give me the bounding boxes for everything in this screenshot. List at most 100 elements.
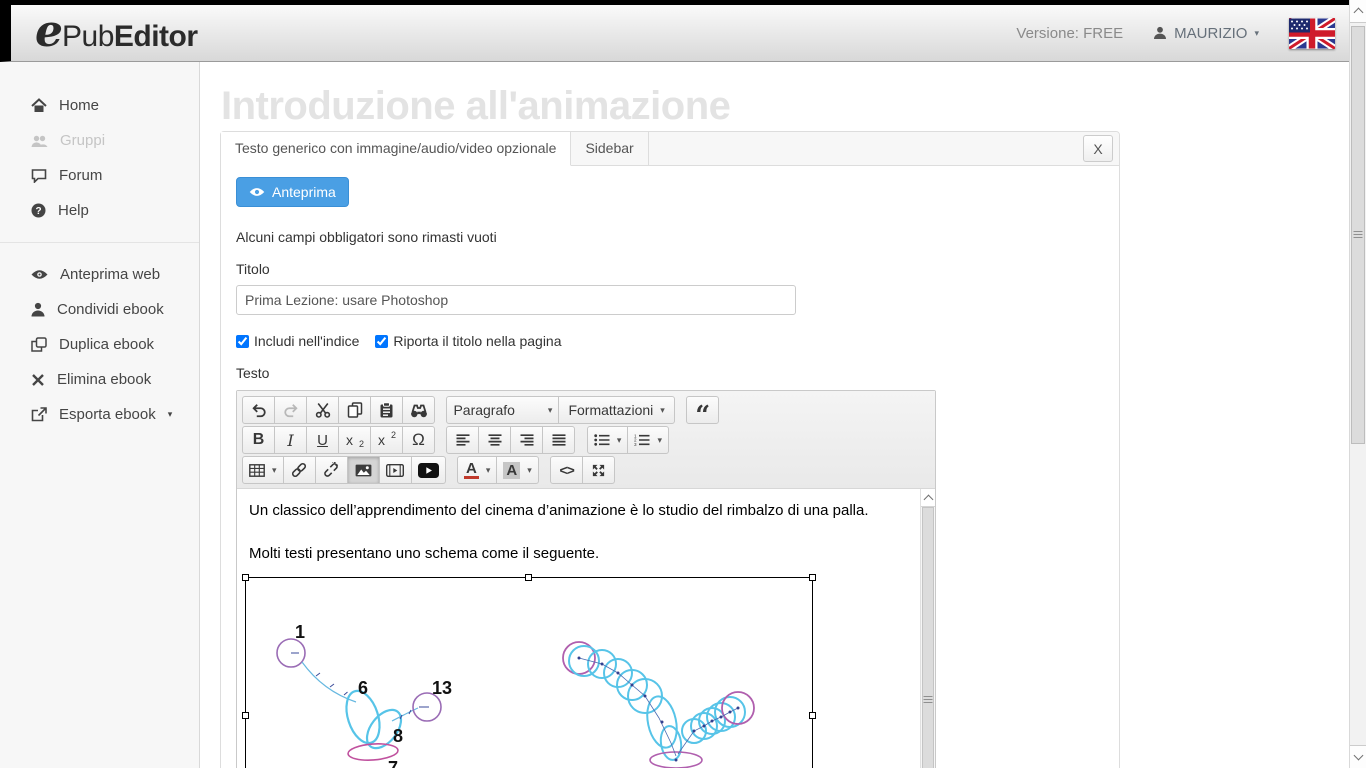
sidebar-item-elimina-ebook[interactable]: Elimina ebook [0,362,199,397]
sup-base: x [378,432,385,448]
insert-video-button[interactable] [411,456,446,484]
selection-handle[interactable] [809,712,816,719]
align-left-icon [456,434,470,446]
italic-button[interactable]: I [274,426,307,454]
caret-down-icon: ▾ [168,410,173,419]
sidebar-item-duplica-ebook[interactable]: Duplica ebook [0,327,199,362]
selected-image[interactable]: 1 6 13 8 7 [245,577,813,768]
titolo-input[interactable] [236,285,796,315]
sub-idx: 2 [359,439,364,449]
superscript-button[interactable]: x2 [370,426,403,454]
bullet-list-button[interactable]: ▾ [587,426,629,454]
paragraph-format-dropdown[interactable]: Paragrafo ▾ [446,396,559,424]
cut-button[interactable] [306,396,339,424]
paste-button[interactable] [370,396,403,424]
insert-media-button[interactable] [379,456,412,484]
undo-button[interactable] [242,396,275,424]
selection-handle[interactable] [525,574,532,581]
align-center-button[interactable] [478,426,511,454]
paragraph-dropdown-label: Paragrafo [453,402,514,418]
window-scrollbar[interactable] [1349,0,1366,768]
text-color-button[interactable]: A▾ [457,456,497,484]
caret-down-icon: ▾ [617,436,622,445]
tab-testo-generico[interactable]: Testo generico con immagine/audio/video … [221,132,571,166]
checkbox-label: Riporta il titolo nella pagina [393,333,561,349]
find-replace-button[interactable] [402,396,435,424]
sidebar-item-forum[interactable]: Forum [0,158,199,193]
caret-down-icon: ▾ [657,436,662,445]
copy-button[interactable] [338,396,371,424]
undo-icon [251,403,267,418]
editor-scroll-up-button[interactable] [921,489,935,507]
numbered-list-button[interactable]: 123▾ [627,426,669,454]
required-fields-warning: Alcuni campi obbligatori sono rimasti vu… [236,229,1104,245]
background-color-button[interactable]: A▾ [496,456,538,484]
sidebar: Home Gruppi Forum ? Help Anteprima web C… [0,62,200,768]
diagram-label-7: 7 [388,758,398,768]
align-right-button[interactable] [510,426,543,454]
fullscreen-button[interactable] [582,456,615,484]
sidebar-item-help[interactable]: ? Help [0,193,199,228]
toolbar-row-3: ▾ A▾ A▾ <> [242,456,930,484]
scroll-grip-icon [1354,231,1363,239]
media-icon [386,464,404,477]
checkbox-includi-indice[interactable]: Includi nell'indice [236,333,359,349]
youtube-play-icon [418,463,439,478]
bold-button[interactable]: B [242,426,275,454]
background-color-a: A [503,462,520,479]
sidebar-item-esporta-ebook[interactable]: Esporta ebook ▾ [0,397,199,432]
insert-image-button[interactable] [347,456,380,484]
includi-indice-checkbox[interactable] [236,335,249,348]
window-scroll-up-button[interactable] [1350,0,1366,23]
logo-e-glyph: e [35,12,63,52]
user-icon [1153,26,1167,40]
sidebar-item-anteprima-web[interactable]: Anteprima web [0,257,199,292]
formats-dropdown[interactable]: Formattazioni ▾ [558,396,674,424]
underline-button[interactable]: U [306,426,339,454]
remove-link-button[interactable] [315,456,348,484]
riporta-titolo-checkbox[interactable] [375,335,388,348]
user-menu[interactable]: MAURIZIO ▾ [1153,25,1259,42]
editor-paragraph[interactable]: Molti testi presentano uno schema come i… [237,521,935,564]
table-icon [249,464,265,477]
language-flag-icon[interactable] [1289,18,1335,49]
source-code-button[interactable]: <> [550,456,583,484]
editor-content-area[interactable]: Un classico dell’apprendimento del cinem… [237,488,935,768]
tab-sidebar[interactable]: Sidebar [571,132,648,165]
window-scroll-down-button[interactable] [1350,745,1366,768]
sidebar-item-home[interactable]: Home [0,88,199,123]
copy-icon [347,402,363,418]
blockquote-button[interactable]: “ [686,396,719,424]
checkbox-riporta-titolo[interactable]: Riporta il titolo nella pagina [375,333,561,349]
diagram-label-6: 6 [358,678,368,698]
redo-button[interactable] [274,396,307,424]
sidebar-item-condividi-ebook[interactable]: Condividi ebook [0,292,199,327]
diagram-label-1: 1 [295,622,305,642]
panel-body: Anteprima Alcuni campi obbligatori sono … [221,166,1119,768]
table-button[interactable]: ▾ [242,456,284,484]
close-panel-button[interactable]: X [1083,135,1113,162]
selection-handle[interactable] [809,574,816,581]
selection-handle[interactable] [242,712,249,719]
eye-icon [249,187,265,197]
eye-icon [31,269,48,280]
subscript-button[interactable]: x2 [338,426,371,454]
rich-text-editor: Paragrafo ▾ Formattazioni ▾ “ [236,390,936,768]
chevron-down-icon [1353,751,1363,761]
sidebar-item-label: Gruppi [60,132,105,149]
editor-paragraph[interactable]: Un classico dell’apprendimento del cinem… [237,489,935,521]
anteprima-button[interactable]: Anteprima [236,177,349,207]
window-scroll-thumb[interactable] [1351,26,1365,444]
align-justify-button[interactable] [542,426,575,454]
editor-scrollbar[interactable] [920,489,935,768]
selection-handle[interactable] [242,574,249,581]
editor-scroll-thumb[interactable] [922,507,934,768]
align-left-button[interactable] [446,426,479,454]
checkbox-label: Includi nell'indice [254,333,359,349]
chevron-up-icon [923,494,933,504]
special-char-button[interactable]: Ω [402,426,435,454]
sidebar-item-label: Help [58,202,89,219]
sidebar-divider [0,242,199,243]
insert-link-button[interactable] [283,456,316,484]
app-logo[interactable]: ePubEditor [35,12,198,54]
